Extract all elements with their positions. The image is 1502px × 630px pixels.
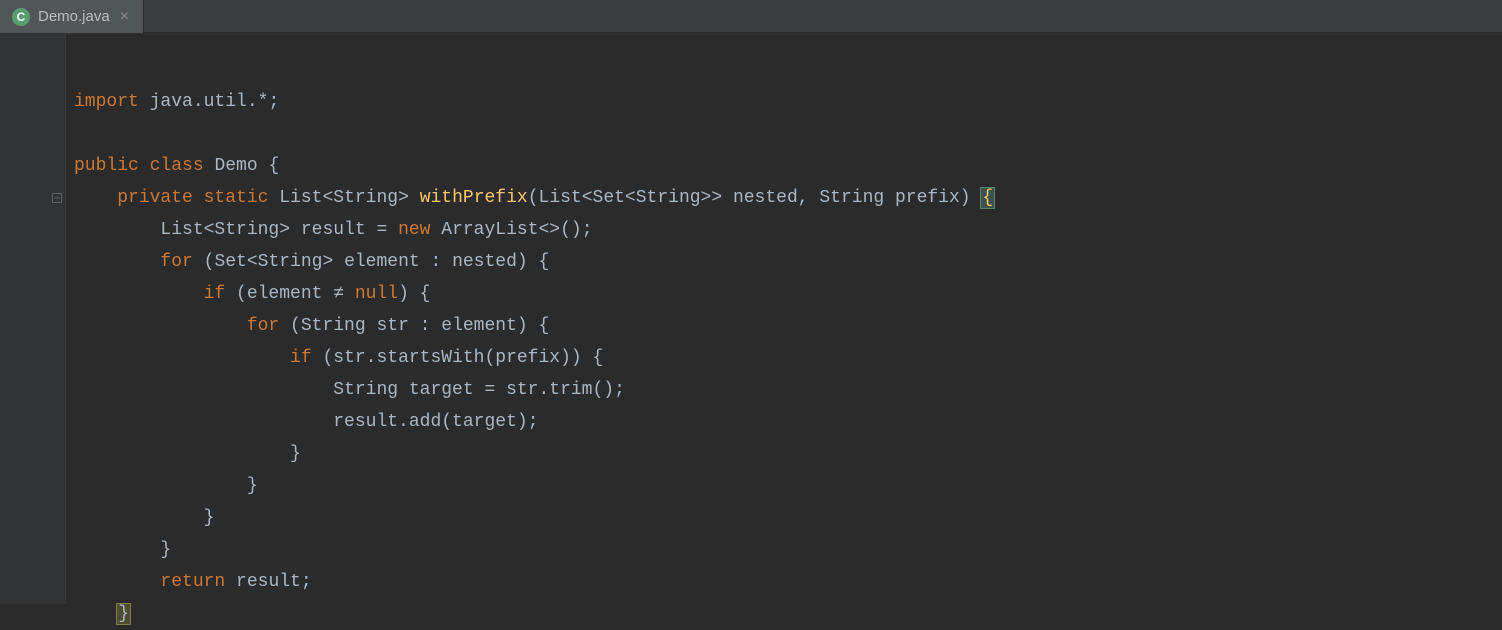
gutter-line <box>0 246 65 278</box>
gutter-line <box>0 438 65 470</box>
code-token: } <box>74 508 214 528</box>
code-token: } <box>74 476 258 496</box>
tab-bar-empty <box>144 0 1502 33</box>
code-token: withPrefix <box>420 188 528 208</box>
editor: import java.util.*; public class Demo { p… <box>0 34 1502 604</box>
code-token <box>74 284 204 304</box>
code-line[interactable]: if (element ≠ null) { <box>66 278 1502 310</box>
code-token: String target = str.trim(); <box>74 380 625 400</box>
code-line[interactable]: public class Demo { <box>66 150 1502 182</box>
gutter-line <box>0 118 65 150</box>
code-token: result; <box>236 572 312 592</box>
code-token: new <box>398 220 441 240</box>
gutter <box>0 34 66 604</box>
code-token: result.add(target); <box>74 412 538 432</box>
code-token: (element ≠ <box>236 284 355 304</box>
code-line[interactable]: for (String str : element) { <box>66 310 1502 342</box>
editor-tab[interactable]: C Demo.java × <box>0 0 144 33</box>
code-token <box>74 348 290 368</box>
code-line[interactable]: private static List<String> withPrefix(L… <box>66 182 1502 214</box>
code-token: ArrayList<>(); <box>441 220 592 240</box>
code-token: List<String> result = <box>74 220 398 240</box>
code-token: if <box>204 284 236 304</box>
code-token <box>74 572 160 592</box>
gutter-line <box>0 54 65 86</box>
code-token: (str.startsWith(prefix)) { <box>322 348 603 368</box>
code-token <box>74 316 247 336</box>
code-token: for <box>247 316 290 336</box>
gutter-line <box>0 566 65 598</box>
gutter-line <box>0 502 65 534</box>
code-token: return <box>160 572 236 592</box>
code-token: (Set<String> element : nested) { <box>204 252 550 272</box>
code-token: } <box>74 540 171 560</box>
code-line[interactable]: result.add(target); <box>66 406 1502 438</box>
code-token: Demo { <box>214 156 279 176</box>
code-line[interactable] <box>66 118 1502 150</box>
code-token <box>74 604 117 624</box>
code-line[interactable]: } <box>66 470 1502 502</box>
gutter-line <box>0 310 65 342</box>
code-token: ) { <box>398 284 430 304</box>
gutter-line <box>0 598 65 630</box>
code-token: { <box>980 187 995 209</box>
class-icon: C <box>12 8 30 26</box>
tab-bar: C Demo.java × <box>0 0 1502 34</box>
code-area[interactable]: import java.util.*; public class Demo { p… <box>66 34 1502 604</box>
gutter-line <box>0 534 65 566</box>
code-line[interactable]: } <box>66 502 1502 534</box>
code-line[interactable]: List<String> result = new ArrayList<>(); <box>66 214 1502 246</box>
fold-toggle-icon[interactable] <box>51 192 63 204</box>
code-line[interactable]: import java.util.*; <box>66 86 1502 118</box>
code-token: (String str : element) { <box>290 316 549 336</box>
gutter-line <box>0 374 65 406</box>
code-token: private static <box>117 188 279 208</box>
gutter-line <box>0 86 65 118</box>
code-line[interactable]: } <box>66 598 1502 630</box>
tab-filename: Demo.java <box>38 8 110 25</box>
code-token: (List<Set<String>> nested, String prefix… <box>528 188 982 208</box>
gutter-line <box>0 406 65 438</box>
code-token <box>74 252 160 272</box>
code-token: java.util.*; <box>150 92 280 112</box>
code-token: null <box>355 284 398 304</box>
code-line[interactable]: return result; <box>66 566 1502 598</box>
code-token <box>74 188 117 208</box>
code-line[interactable]: String target = str.trim(); <box>66 374 1502 406</box>
code-token: import <box>74 92 150 112</box>
close-icon[interactable]: × <box>118 9 131 25</box>
code-line[interactable]: } <box>66 438 1502 470</box>
gutter-line <box>0 150 65 182</box>
code-line[interactable] <box>66 54 1502 86</box>
code-token: for <box>160 252 203 272</box>
code-token: } <box>116 603 131 625</box>
code-line[interactable]: for (Set<String> element : nested) { <box>66 246 1502 278</box>
gutter-line <box>0 214 65 246</box>
code-line[interactable]: } <box>66 534 1502 566</box>
code-token: public class <box>74 156 214 176</box>
gutter-line <box>0 278 65 310</box>
code-token: List<String> <box>279 188 419 208</box>
code-token: if <box>290 348 322 368</box>
gutter-line <box>0 182 65 214</box>
code-line[interactable]: if (str.startsWith(prefix)) { <box>66 342 1502 374</box>
code-token: } <box>74 444 301 464</box>
gutter-line <box>0 342 65 374</box>
gutter-line <box>0 470 65 502</box>
